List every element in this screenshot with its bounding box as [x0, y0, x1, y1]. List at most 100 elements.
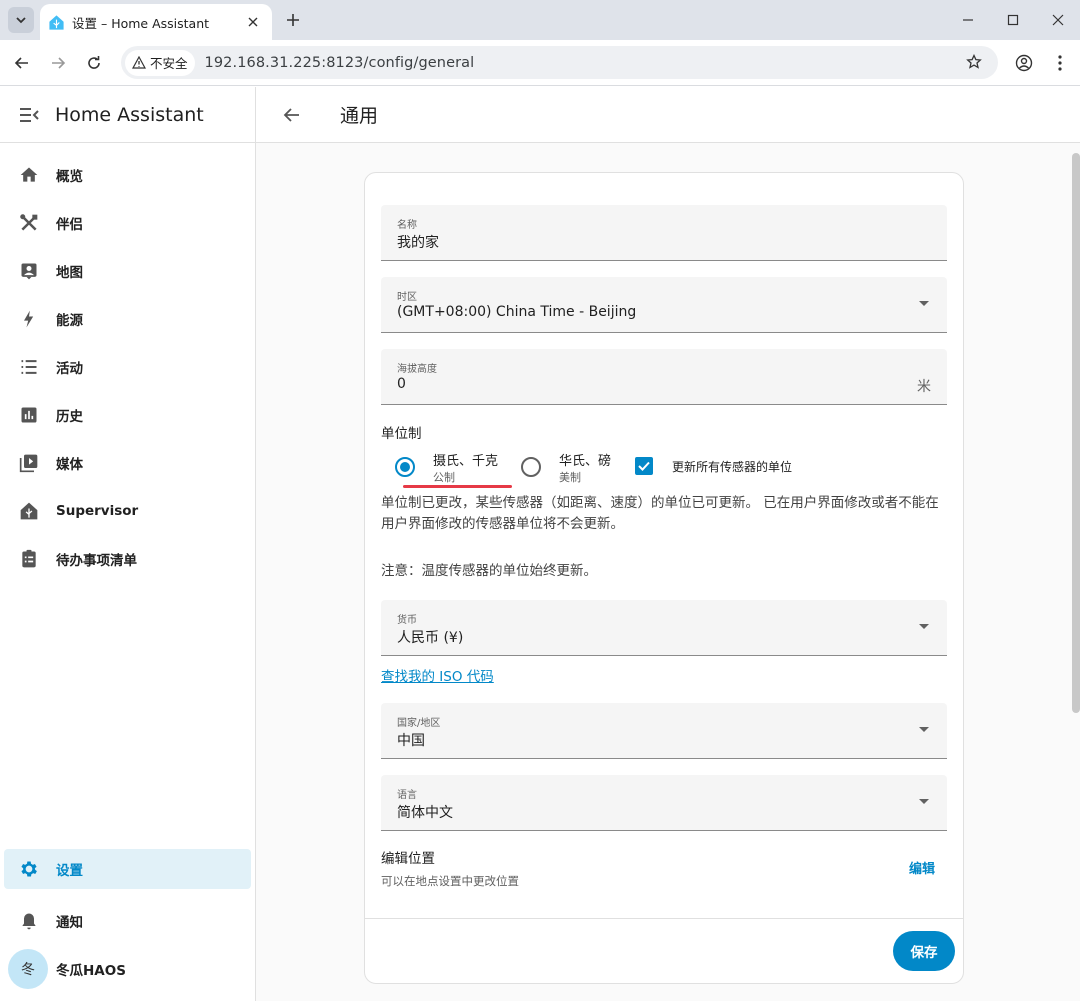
lightning-icon	[17, 307, 41, 331]
sidebar-item-map[interactable]: 地图	[0, 247, 251, 295]
field-value: 0	[397, 376, 406, 392]
field-label: 名称	[397, 220, 417, 231]
sidebar-title: Home Assistant	[55, 103, 204, 126]
close-tab-icon[interactable]	[244, 13, 262, 31]
more-menu-icon[interactable]	[1048, 51, 1072, 75]
sidebar-header: Home Assistant	[0, 87, 255, 143]
name-field[interactable]: 名称 我的家	[381, 205, 947, 261]
sidebar-item-energy[interactable]: 能源	[0, 295, 251, 343]
timezone-select[interactable]: 时区 (GMT+08:00) China Time - Beijing	[381, 277, 947, 333]
unit-change-note: 单位制已更改，某些传感器（如距离、速度）的单位已可更新。 已在用户界面修改或者不…	[381, 495, 939, 532]
browser-tab[interactable]: 设置 – Home Assistant	[40, 4, 272, 40]
sidebar-item-label: 概览	[56, 169, 83, 185]
sidebar-item-label: 活动	[56, 361, 83, 377]
gear-icon	[17, 857, 41, 881]
field-label: 时区	[397, 292, 417, 303]
sidebar-item-companion[interactable]: 伴侣	[0, 199, 251, 247]
dropdown-arrow-icon	[919, 301, 929, 306]
field-value: 人民币 (¥)	[397, 630, 464, 646]
sidebar-item-label: 伴侣	[56, 217, 83, 233]
security-indicator[interactable]: 不安全	[125, 49, 195, 76]
dropdown-arrow-icon	[919, 624, 929, 629]
sidebar-item-label: Supervisor	[56, 503, 139, 519]
minimize-icon[interactable]	[956, 8, 980, 32]
page-header: 通用	[256, 87, 1080, 143]
sidebar-item-settings[interactable]: 设置	[4, 849, 251, 889]
metric-option-sublabel: 公制	[433, 471, 455, 484]
general-settings-card: 名称 我的家 时区 (GMT+08:00) China Time - Beiji…	[364, 172, 964, 984]
bookmark-star-icon[interactable]	[964, 52, 984, 72]
field-value: (GMT+08:00) China Time - Beijing	[397, 304, 637, 320]
currency-select[interactable]: 货币 人民币 (¥)	[381, 600, 947, 656]
play-box-icon	[17, 451, 41, 475]
imperial-option-sublabel: 美制	[559, 471, 581, 484]
elevation-unit: 米	[917, 379, 931, 395]
address-bar[interactable]: 不安全 192.168.31.225:8123/config/general	[121, 46, 998, 79]
map-account-icon	[17, 259, 41, 283]
sidebar-item-label: 通知	[56, 915, 83, 931]
temperature-note: 注意：温度传感器的单位始终更新。	[381, 563, 597, 579]
sidebar-item-label: 能源	[56, 313, 83, 329]
new-tab-icon[interactable]	[282, 9, 304, 31]
forward-arrow-icon[interactable]	[46, 51, 70, 75]
edit-location-title: 编辑位置	[381, 851, 435, 867]
field-value: 中国	[397, 733, 425, 749]
security-label: 不安全	[150, 56, 188, 71]
sidebar-item-overview[interactable]: 概览	[0, 151, 251, 199]
update-sensors-checkbox[interactable]	[635, 457, 653, 475]
chevron-down-icon	[16, 17, 26, 24]
home-icon	[17, 163, 41, 187]
clipboard-list-icon	[17, 547, 41, 571]
sidebar-item-history[interactable]: 历史	[0, 391, 251, 439]
menu-toggle-icon[interactable]	[17, 103, 41, 127]
reload-icon[interactable]	[82, 51, 106, 75]
profile-icon[interactable]	[1012, 51, 1036, 75]
metric-radio[interactable]	[395, 457, 415, 477]
sidebar: Home Assistant 概览 伴侣 地图 能源 活动 历史 媒体 Supe…	[0, 87, 256, 1001]
list-icon	[17, 355, 41, 379]
unit-system-label: 单位制	[381, 426, 422, 442]
main-content: 通用 名称 我的家 时区 (GMT+08:00) China Time - Be…	[256, 87, 1080, 1001]
bell-icon	[17, 909, 41, 933]
user-name: 冬瓜HAOS	[56, 963, 126, 979]
sidebar-item-label: 待办事项清单	[56, 553, 137, 569]
page-title: 通用	[340, 105, 379, 127]
checkmark-icon	[638, 461, 650, 471]
language-select[interactable]: 语言 简体中文	[381, 775, 947, 831]
close-window-icon[interactable]	[1046, 8, 1070, 32]
sidebar-item-label: 地图	[56, 265, 83, 281]
sidebar-bottom: 设置 通知 冬 冬瓜HAOS	[0, 849, 255, 993]
sidebar-item-notifications[interactable]: 通知	[0, 897, 251, 945]
sidebar-item-todo[interactable]: 待办事项清单	[0, 535, 251, 583]
save-button[interactable]: 保存	[893, 931, 955, 971]
tab-search-button[interactable]	[8, 7, 34, 33]
dropdown-arrow-icon	[919, 799, 929, 804]
iso-code-link[interactable]: 查找我的 ISO 代码	[381, 665, 494, 685]
chart-box-icon	[17, 403, 41, 427]
elevation-field[interactable]: 海拔高度 0 米	[381, 349, 947, 405]
metric-option-label: 摄氏、千克	[433, 454, 499, 469]
country-select[interactable]: 国家/地区 中国	[381, 703, 947, 759]
warning-icon	[132, 55, 146, 69]
tab-title: 设置 – Home Assistant	[72, 15, 210, 31]
dropdown-arrow-icon	[919, 727, 929, 732]
edit-location-subtitle: 可以在地点设置中更改位置	[381, 874, 519, 888]
sidebar-user[interactable]: 冬 冬瓜HAOS	[0, 945, 255, 993]
sidebar-item-label: 历史	[56, 409, 83, 425]
back-arrow-icon[interactable]	[280, 103, 304, 127]
field-value: 我的家	[397, 235, 439, 251]
sidebar-item-logbook[interactable]: 活动	[0, 343, 251, 391]
scrollbar[interactable]	[1072, 153, 1080, 713]
maximize-icon[interactable]	[1001, 8, 1025, 32]
browser-tab-bar: 设置 – Home Assistant	[0, 0, 1080, 40]
edit-location-button[interactable]: 编辑	[909, 858, 935, 877]
field-label: 语言	[397, 790, 417, 801]
unit-system-options: 摄氏、千克 公制 华氏、磅 美制 更新所有传感器的单位	[381, 449, 947, 489]
sidebar-item-supervisor[interactable]: Supervisor	[0, 487, 251, 535]
field-label: 海拔高度	[397, 364, 437, 375]
back-arrow-icon[interactable]	[10, 51, 34, 75]
browser-toolbar: 不安全 192.168.31.225:8123/config/general	[0, 40, 1080, 86]
home-assistant-favicon-icon	[48, 14, 65, 31]
imperial-radio[interactable]	[521, 457, 541, 477]
sidebar-item-media[interactable]: 媒体	[0, 439, 251, 487]
